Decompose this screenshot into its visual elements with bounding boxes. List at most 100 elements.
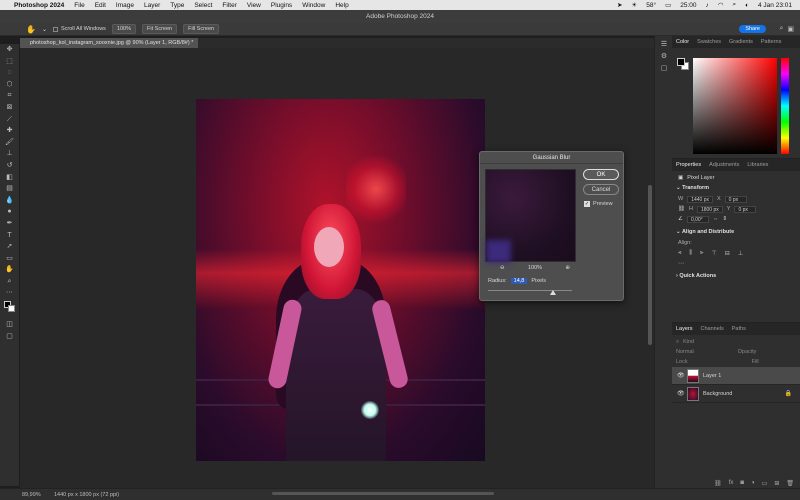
dodge-icon[interactable]: ● (0, 206, 19, 218)
frame-icon[interactable]: ⊠ (0, 102, 19, 114)
menu-plugins[interactable]: Plugins (271, 2, 292, 9)
flip-horizontal-icon[interactable]: ⇔ (713, 216, 719, 222)
fx-icon[interactable]: fx (729, 480, 734, 486)
document-tab[interactable]: photoshop_kol_instagram_sooxnie.jpg @ 90… (20, 38, 198, 48)
shape-icon[interactable]: ▭ (0, 253, 19, 265)
screen-mode-icon[interactable]: ▢ (0, 331, 19, 343)
align-middle-icon[interactable]: ⊟ (725, 250, 730, 257)
menu-select[interactable]: Select (194, 2, 212, 9)
layer-filter-kind[interactable]: Kind (683, 339, 694, 345)
eye-icon[interactable]: 👁 (677, 372, 685, 379)
zoom-100-button[interactable]: 100% (111, 24, 137, 34)
angle-field[interactable]: 0,00° (686, 215, 709, 223)
foreground-color-swatch[interactable] (677, 58, 685, 66)
scroll-all-windows-checkbox[interactable]: Scroll All Windows (53, 26, 106, 32)
align-left-icon[interactable]: ⫷ (678, 250, 681, 257)
healing-icon[interactable]: ✚ (0, 125, 19, 137)
align-right-icon[interactable]: ⫸ (700, 250, 703, 257)
menu-view[interactable]: View (247, 2, 261, 9)
flip-vertical-icon[interactable]: ⇕ (722, 216, 727, 222)
workspace-icon[interactable]: ▣ (787, 25, 794, 33)
layer-row-background[interactable]: 👁 Background 🔒 (672, 385, 800, 403)
color-picker-field[interactable] (693, 58, 777, 154)
search-icon[interactable]: ⌕ (779, 25, 783, 33)
crop-icon[interactable]: ⌗ (0, 90, 19, 102)
hue-slider[interactable] (781, 58, 789, 154)
eyedropper-icon[interactable]: ⟋ (0, 114, 19, 126)
menu-app-name[interactable]: Photoshop 2024 (14, 2, 64, 9)
adjustment-icon[interactable]: ◑ (751, 480, 755, 486)
menu-window[interactable]: Window (302, 2, 325, 9)
menu-file[interactable]: File (74, 2, 84, 9)
fill-screen-button[interactable]: Fill Screen (183, 24, 220, 34)
path-select-icon[interactable]: ➚ (0, 241, 19, 253)
menu-filter[interactable]: Filter (222, 2, 236, 9)
brush-icon[interactable]: 🖌 (0, 137, 19, 149)
align-top-icon[interactable]: ⊤ (712, 250, 717, 257)
music-icon[interactable]: ♪ (706, 2, 709, 9)
tab-patterns[interactable]: Patterns (761, 39, 781, 45)
height-field[interactable]: 1800 px (696, 205, 723, 213)
zoom-icon[interactable]: ⌕ (0, 276, 19, 288)
stamp-icon[interactable]: ⊥ (0, 148, 19, 160)
fg-bg-color-icon[interactable] (0, 299, 19, 319)
comments-icon[interactable]: ▢ (655, 64, 673, 72)
properties-icon[interactable]: ⚙ (655, 52, 673, 60)
clock[interactable]: 4 Jan 23:01 (758, 2, 792, 9)
tab-libraries[interactable]: Libraries (747, 162, 768, 168)
quick-mask-icon[interactable]: ◫ (0, 319, 19, 331)
menu-help[interactable]: Help (335, 2, 348, 9)
tab-gradients[interactable]: Gradients (729, 39, 753, 45)
menu-image[interactable]: Image (116, 2, 134, 9)
blur-preview[interactable] (485, 169, 576, 263)
wifi-icon[interactable]: ◠ (718, 1, 724, 9)
lasso-icon[interactable]: ◌ (0, 67, 19, 79)
send-icon[interactable]: ➤ (617, 1, 622, 9)
menu-layer[interactable]: Layer (144, 2, 160, 9)
tab-swatches[interactable]: Swatches (697, 39, 721, 45)
hand-tool-icon[interactable]: ✋ (26, 25, 36, 34)
fit-screen-button[interactable]: Fit Screen (142, 24, 178, 34)
quick-actions-section[interactable]: › Quick Actions (672, 271, 800, 282)
align-section[interactable]: ⌄ Align and Distribute (672, 227, 800, 238)
horizontal-scrollbar[interactable] (272, 492, 494, 495)
menu-type[interactable]: Type (170, 2, 184, 9)
blend-mode-select[interactable]: Normal (676, 349, 694, 355)
ok-button[interactable]: OK (583, 169, 619, 180)
transform-section[interactable]: ⌄ Transform (672, 183, 800, 194)
document-image[interactable] (196, 99, 485, 461)
more-icon[interactable]: ⋯ (0, 287, 19, 299)
lock-icon[interactable]: 🔒 (785, 390, 792, 397)
tab-color[interactable]: Color (676, 39, 689, 45)
status-zoom[interactable]: 89,99% (0, 492, 41, 498)
radius-slider[interactable] (488, 290, 572, 295)
eye-icon[interactable]: 👁 (677, 390, 685, 397)
eraser-icon[interactable]: ◧ (0, 172, 19, 184)
tab-channels[interactable]: Channels (701, 326, 724, 332)
tab-paths[interactable]: Paths (732, 326, 746, 332)
folder-icon[interactable]: ▭ (762, 480, 768, 487)
control-center-icon[interactable]: ◐ (745, 2, 749, 9)
battery-icon[interactable]: ▭ (665, 1, 671, 9)
history-brush-icon[interactable]: ↺ (0, 160, 19, 172)
tab-properties[interactable]: Properties (676, 162, 701, 168)
hand-icon[interactable]: ✋ (0, 264, 19, 276)
move-icon[interactable]: ✥ (0, 44, 19, 56)
align-bottom-icon[interactable]: ⊥ (738, 250, 743, 257)
preview-checkbox[interactable]: ✓ Preview (584, 201, 613, 207)
type-icon[interactable]: T (0, 230, 19, 242)
y-field[interactable]: 0 px (734, 205, 757, 213)
pen-icon[interactable]: ✒ (0, 218, 19, 230)
more-options-icon[interactable]: ⋯ (678, 260, 684, 267)
temperature[interactable]: 58° (646, 2, 656, 9)
zoom-in-icon[interactable]: ⊕ (565, 265, 570, 271)
tab-adjustments[interactable]: Adjustments (709, 162, 739, 168)
menu-edit[interactable]: Edit (95, 2, 106, 9)
trash-icon[interactable]: 🗑 (786, 480, 794, 487)
gradient-icon[interactable]: ▤ (0, 183, 19, 195)
align-center-icon[interactable]: ⫼ (689, 250, 692, 257)
width-field[interactable]: 1440 px (687, 195, 713, 203)
zoom-out-icon[interactable]: ⊖ (500, 265, 505, 271)
radius-slider-knob[interactable] (550, 290, 556, 295)
status-time[interactable]: 25:00 (680, 2, 696, 9)
